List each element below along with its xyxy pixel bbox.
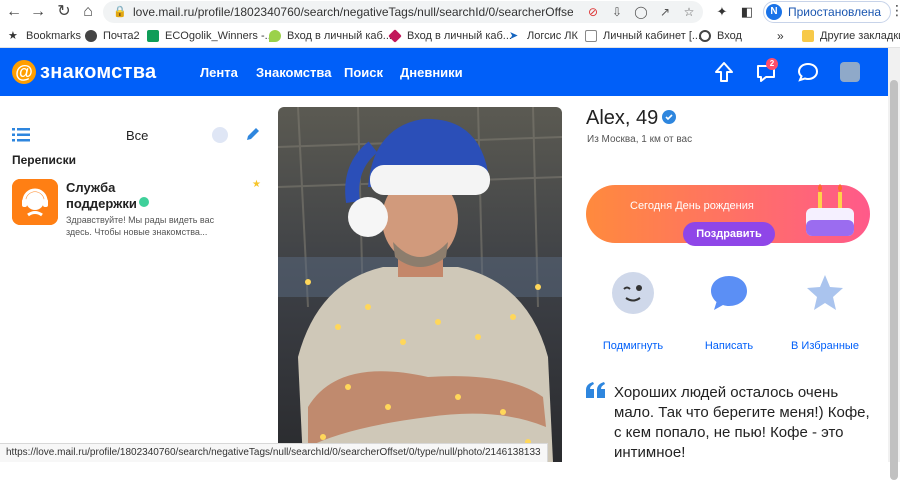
- message-action[interactable]: Написать: [684, 272, 774, 362]
- nav-search[interactable]: Поиск: [344, 65, 383, 80]
- folder-icon: [802, 30, 814, 42]
- globe-icon: [85, 30, 97, 42]
- nav-dating[interactable]: Знакомства: [256, 65, 331, 80]
- chat-icon[interactable]: [796, 60, 820, 84]
- lock-icon: 🔒: [113, 6, 127, 18]
- share-icon[interactable]: ↗: [657, 4, 673, 20]
- pin-icon: [269, 30, 281, 42]
- bookmark-item[interactable]: Личный кабинет [...: [585, 28, 701, 44]
- install-icon[interactable]: ⇩: [609, 4, 625, 20]
- quote-icon: [586, 382, 605, 398]
- list-icon[interactable]: [12, 128, 30, 142]
- blocked-icon[interactable]: ⊘: [585, 4, 601, 20]
- back-icon[interactable]: ←: [4, 2, 24, 22]
- sidepanel-icon[interactable]: ◧: [738, 3, 756, 21]
- bookmark-item[interactable]: Почта2: [85, 28, 140, 44]
- nav-feed[interactable]: Лента: [200, 65, 238, 80]
- at-logo-icon: @: [12, 60, 36, 84]
- bookmark-item[interactable]: Вход в личный каб...: [269, 28, 392, 44]
- online-indicator: [139, 197, 149, 207]
- profile-avatar: N: [766, 4, 782, 20]
- url-text[interactable]: love.mail.ru/profile/1802340760/search/n…: [133, 5, 573, 19]
- cake-icon: [806, 184, 854, 236]
- chat-filter[interactable]: Все: [126, 128, 148, 143]
- profile-chip[interactable]: N Приостановлена: [763, 1, 891, 23]
- filter-toggle[interactable]: [212, 127, 228, 143]
- status-bar-url: https://love.mail.ru/profile/1802340760/…: [0, 443, 548, 462]
- star-icon: ★: [8, 30, 18, 42]
- sheets-icon: [147, 30, 159, 42]
- reload-icon[interactable]: ↻: [54, 2, 74, 22]
- pencil-icon[interactable]: [244, 125, 262, 143]
- message-icon: [711, 276, 747, 310]
- bookmarks-bar: ★ Bookmarks Почта2 ECOgolik_Winners -...…: [0, 24, 900, 48]
- user-avatar[interactable]: [840, 62, 860, 82]
- star-icon: [807, 275, 843, 310]
- other-bookmarks[interactable]: Другие закладки: [802, 28, 900, 44]
- hide-icon[interactable]: ◯: [633, 4, 649, 20]
- page-icon: [585, 30, 597, 42]
- menu-icon[interactable]: ⋮: [890, 2, 900, 19]
- wink-action[interactable]: Подмигнуть: [588, 272, 678, 362]
- favorite-action[interactable]: В Избранные: [780, 272, 870, 362]
- forward-icon[interactable]: →: [28, 2, 48, 22]
- site-header: @ знакомства Лента Знакомства Поиск Днев…: [0, 48, 888, 96]
- star-icon[interactable]: ★: [252, 180, 262, 190]
- verified-icon: [662, 110, 676, 124]
- arrow-icon: ➤: [509, 30, 519, 42]
- profile-location: Из Москва, 1 км от вас: [587, 134, 693, 145]
- birthday-text: Сегодня День рождения: [630, 200, 754, 212]
- site-logo[interactable]: @ знакомства: [12, 60, 156, 84]
- about-text: Хороших людей осталось очень мало. Так ч…: [614, 384, 870, 461]
- chat-preview: Здравствуйте! Мы рады видеть вас здесь. …: [66, 215, 215, 237]
- profile-name: Alex, 49: [586, 107, 659, 129]
- bookmark-item[interactable]: ECOgolik_Winners -...: [147, 28, 274, 44]
- extensions-icon[interactable]: ✦: [713, 3, 731, 21]
- scroll-thumb[interactable]: [890, 80, 898, 480]
- diamond-icon: [388, 29, 402, 43]
- home-icon[interactable]: ⌂: [78, 2, 98, 22]
- nav-diaries[interactable]: Дневники: [400, 65, 463, 80]
- profile-photo[interactable]: [278, 107, 562, 462]
- more-bookmarks-icon[interactable]: »: [777, 28, 784, 44]
- bookmark-star-icon[interactable]: ☆: [681, 4, 697, 20]
- wink-icon: [612, 272, 654, 314]
- bookmark-item[interactable]: Вход в личный каб...: [388, 28, 512, 44]
- profile-status: Приостановлена: [788, 5, 882, 19]
- chat-name: Служба поддержки: [66, 180, 137, 211]
- bookmark-item[interactable]: ➤ Логсис ЛК: [509, 28, 578, 44]
- browser-toolbar: ← → ↻ ⌂ 🔒 love.mail.ru/profile/180234076…: [0, 0, 900, 24]
- bookmark-item[interactable]: ★ Bookmarks: [8, 28, 81, 44]
- support-avatar: [12, 179, 58, 225]
- address-bar[interactable]: 🔒 love.mail.ru/profile/1802340760/search…: [103, 1, 703, 23]
- bookmark-item[interactable]: Вход: [699, 28, 742, 44]
- conversations-title: Переписки: [12, 153, 76, 167]
- notification-badge: 2: [766, 58, 778, 70]
- arrow-up-icon[interactable]: [712, 60, 736, 84]
- congratulate-button[interactable]: Поздравить: [683, 222, 775, 246]
- scrollbar[interactable]: [888, 48, 900, 480]
- search-icon: [699, 30, 711, 42]
